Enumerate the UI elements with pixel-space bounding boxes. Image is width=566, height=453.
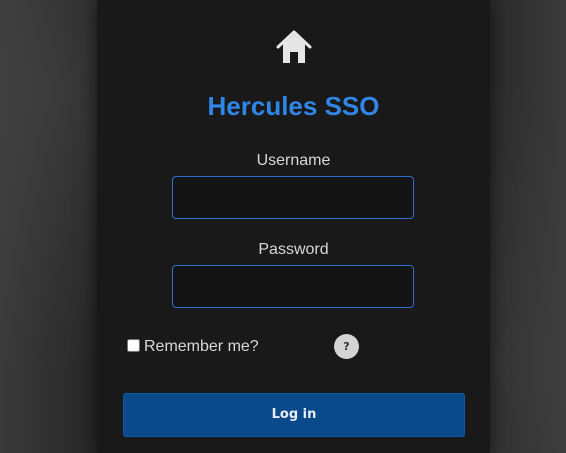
remember-me-checkbox[interactable] bbox=[127, 339, 140, 352]
login-panel bbox=[97, 0, 490, 453]
login-button[interactable]: Log in bbox=[123, 393, 465, 437]
username-label: Username bbox=[256, 152, 331, 169]
password-label: Password bbox=[258, 241, 329, 258]
username-field[interactable] bbox=[172, 176, 414, 219]
help-button[interactable]: ? bbox=[334, 334, 359, 359]
remember-me-label[interactable]: Remember me? bbox=[144, 337, 259, 357]
page-title: Hercules SSO bbox=[207, 91, 380, 121]
home-icon bbox=[274, 28, 314, 66]
password-field[interactable] bbox=[172, 265, 414, 308]
